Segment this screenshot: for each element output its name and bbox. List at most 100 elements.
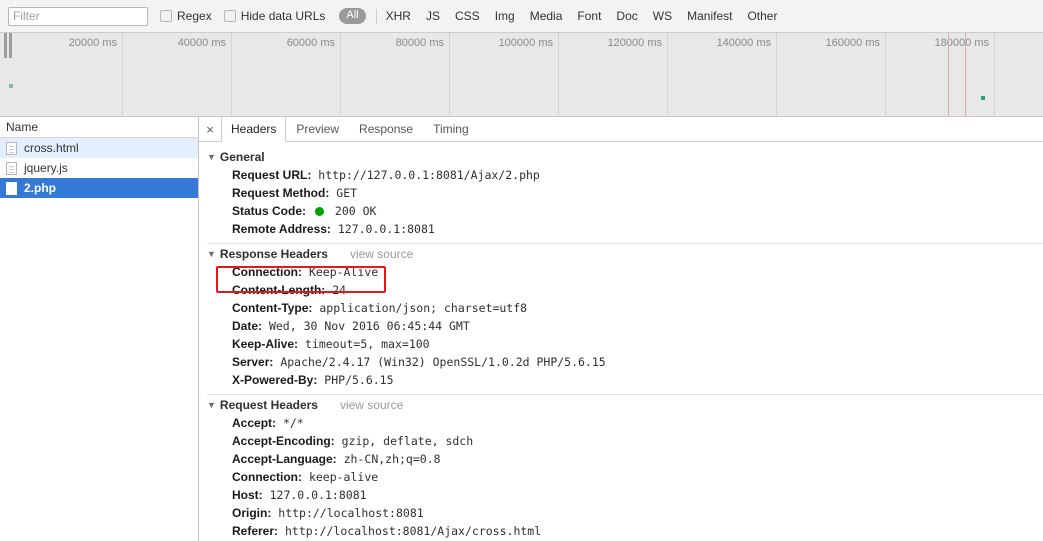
- header-name: Remote Address:: [232, 222, 331, 236]
- header-row: Request URL: http://127.0.0.1:8081/Ajax/…: [207, 166, 1043, 184]
- filter-type-other[interactable]: Other: [747, 9, 777, 23]
- regex-checkbox-row[interactable]: Regex: [160, 9, 212, 23]
- regex-checkbox[interactable]: [160, 10, 172, 22]
- header-row-content-length: Content-Length: 24: [207, 281, 1043, 299]
- header-row: Accept-Encoding: gzip, deflate, sdch: [207, 432, 1043, 450]
- header-name: Keep-Alive:: [232, 337, 299, 351]
- view-source-link[interactable]: view source: [340, 398, 403, 412]
- request-name: 2.php: [24, 181, 56, 195]
- filter-type-all[interactable]: All: [339, 8, 366, 24]
- timeline-tick: 80000 ms: [341, 33, 450, 116]
- filter-type-manifest[interactable]: Manifest: [687, 9, 732, 23]
- header-value: application/json; charset=utf8: [319, 301, 528, 315]
- header-row: Remote Address: 127.0.0.1:8081: [207, 220, 1043, 238]
- timeline-tick: 20000 ms: [14, 33, 123, 116]
- filter-type-css[interactable]: CSS: [455, 9, 480, 23]
- header-value: GET: [336, 186, 358, 200]
- section-general[interactable]: ▼ General: [207, 150, 1043, 164]
- request-detail-pane: × Headers Preview Response Timing ▼ Gene…: [199, 117, 1043, 541]
- devtools-network-panel: Regex Hide data URLs All XHR JS CSS Img …: [0, 0, 1043, 541]
- header-value: http://localhost:8081/Ajax/cross.html: [284, 524, 542, 538]
- header-row: Accept: */*: [207, 414, 1043, 432]
- overview-window-resizer-left[interactable]: [0, 33, 14, 116]
- status-ok-icon: [314, 207, 324, 216]
- list-item[interactable]: cross.html: [0, 138, 198, 158]
- header-name: Request Method:: [232, 186, 330, 200]
- overview-window[interactable]: 20000 ms 40000 ms 60000 ms 80000 ms 1000…: [14, 33, 1043, 116]
- header-row: Content-Type: application/json; charset=…: [207, 299, 1043, 317]
- network-overview-timeline[interactable]: 20000 ms 40000 ms 60000 ms 80000 ms 1000…: [0, 33, 1043, 117]
- timeline-tick: 140000 ms: [668, 33, 777, 116]
- section-divider: [207, 394, 1043, 395]
- header-value[interactable]: http://127.0.0.1:8081/Ajax/2.php: [318, 168, 540, 182]
- section-title-text: General: [219, 150, 265, 164]
- network-filter-toolbar: Regex Hide data URLs All XHR JS CSS Img …: [0, 0, 1043, 33]
- timeline-tick: 160000 ms: [777, 33, 886, 116]
- header-name: Host:: [232, 488, 263, 502]
- header-name: Accept:: [232, 416, 277, 430]
- column-header-name: Name: [6, 120, 39, 134]
- hide-data-urls-checkbox[interactable]: [223, 10, 236, 22]
- timeline-tick: 100000 ms: [450, 33, 559, 116]
- request-list-header: Name: [0, 117, 198, 138]
- header-value: Apache/2.4.17 (Win32) OpenSSL/1.0.2d PHP…: [280, 355, 606, 369]
- chevron-down-icon: ▼: [207, 400, 216, 410]
- network-body: Name cross.html jquery.js 2.php × Header…: [0, 117, 1043, 541]
- timeline-tick: 120000 ms: [559, 33, 668, 116]
- header-name: Status Code:: [232, 204, 307, 218]
- timeline-tick: 180000 ms: [886, 33, 995, 116]
- filter-type-js[interactable]: JS: [426, 9, 440, 23]
- tab-headers[interactable]: Headers: [221, 117, 287, 142]
- section-title-text: Request Headers: [219, 398, 318, 412]
- header-name: Origin:: [232, 506, 272, 520]
- filter-type-ws[interactable]: WS: [653, 9, 672, 23]
- header-name: X-Powered-By:: [232, 373, 318, 387]
- header-value: keep-alive: [308, 470, 379, 484]
- header-name: Accept-Encoding:: [232, 434, 335, 448]
- header-name: Accept-Language:: [232, 452, 337, 466]
- header-name: Connection:: [232, 470, 302, 484]
- header-row: Origin: http://localhost:8081: [207, 504, 1043, 522]
- section-response-headers[interactable]: ▼ Response Headers view source: [207, 247, 1043, 261]
- close-icon[interactable]: ×: [199, 117, 221, 141]
- filter-type-media[interactable]: Media: [530, 9, 563, 23]
- header-row: Connection: keep-alive: [207, 468, 1043, 486]
- header-name: Request URL:: [232, 168, 312, 182]
- request-list: cross.html jquery.js 2.php: [0, 138, 198, 541]
- header-name: Server:: [232, 355, 274, 369]
- header-value: timeout=5, max=100: [304, 337, 430, 351]
- chevron-down-icon: ▼: [207, 152, 216, 162]
- header-value: zh-CN,zh;q=0.8: [343, 452, 441, 466]
- header-value: 127.0.0.1:8081: [269, 488, 367, 502]
- overview-event-dot: [981, 96, 985, 100]
- toolbar-divider: [375, 8, 377, 24]
- tab-response[interactable]: Response: [349, 117, 423, 141]
- tab-timing[interactable]: Timing: [423, 117, 479, 141]
- document-icon: [6, 141, 17, 155]
- header-name: Content-Type:: [232, 301, 313, 315]
- hide-data-urls-checkbox-row[interactable]: Hide data URLs: [223, 9, 325, 23]
- header-row: Keep-Alive: timeout=5, max=100: [207, 335, 1043, 353]
- overview-event-dot-left: [9, 84, 13, 88]
- header-row: Server: Apache/2.4.17 (Win32) OpenSSL/1.…: [207, 353, 1043, 371]
- tab-preview[interactable]: Preview: [286, 117, 349, 141]
- list-item[interactable]: jquery.js: [0, 158, 198, 178]
- headers-content: ▼ General Request URL: http://127.0.0.1:…: [199, 142, 1043, 541]
- filter-type-font[interactable]: Font: [577, 9, 601, 23]
- filter-type-img[interactable]: Img: [495, 9, 515, 23]
- timeline-tick: 60000 ms: [232, 33, 341, 116]
- request-name: jquery.js: [24, 161, 68, 175]
- filter-type-doc[interactable]: Doc: [616, 9, 637, 23]
- view-source-link[interactable]: view source: [350, 247, 413, 261]
- overview-event-line: [948, 33, 949, 116]
- filter-input[interactable]: [8, 6, 148, 26]
- script-icon: [6, 161, 17, 175]
- header-name: Content-Length:: [232, 283, 326, 297]
- filter-type-xhr[interactable]: XHR: [386, 9, 411, 23]
- overview-event-line: [965, 33, 966, 116]
- header-row: Request Method: GET: [207, 184, 1043, 202]
- section-request-headers[interactable]: ▼ Request Headers view source: [207, 398, 1043, 412]
- list-item[interactable]: 2.php: [0, 178, 198, 198]
- detail-tabbar: × Headers Preview Response Timing: [199, 117, 1043, 142]
- request-list-sidebar: Name cross.html jquery.js 2.php: [0, 117, 199, 541]
